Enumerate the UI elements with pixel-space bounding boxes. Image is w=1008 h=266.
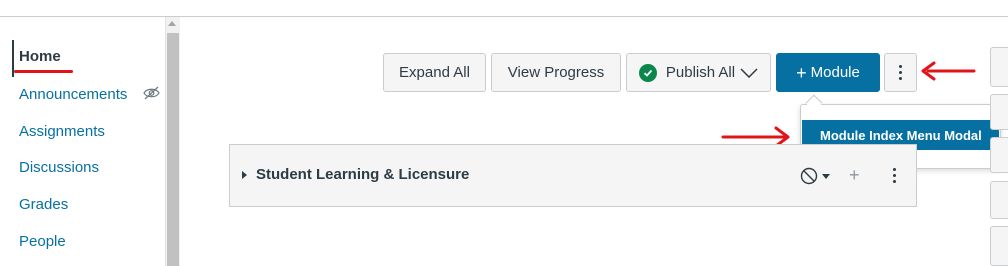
nav-item-announcements[interactable]: Announcements xyxy=(19,86,127,103)
scrollbar-thumb[interactable] xyxy=(167,33,179,266)
nav-item-people[interactable]: People xyxy=(19,233,66,250)
scroll-up-arrow[interactable] xyxy=(168,21,176,26)
module-index-menu-button[interactable] xyxy=(884,53,917,92)
edge-button-3[interactable] xyxy=(990,137,1008,173)
module-kebab-icon[interactable] xyxy=(893,168,896,183)
annotation-arrow-kebab xyxy=(921,61,976,81)
edge-button-5[interactable] xyxy=(990,226,1008,266)
add-item-icon[interactable]: + xyxy=(849,166,860,184)
publish-all-button[interactable]: Publish All xyxy=(626,53,771,92)
nav-item-discussions[interactable]: Discussions xyxy=(19,159,99,176)
edge-button-1[interactable] xyxy=(990,47,1008,87)
chevron-down-icon xyxy=(740,67,758,78)
plus-icon: + xyxy=(796,62,807,83)
expand-triangle-icon[interactable] xyxy=(242,171,247,179)
edge-button-2[interactable] xyxy=(990,94,1008,130)
add-module-label: Module xyxy=(810,64,860,81)
hidden-eye-icon xyxy=(143,86,160,100)
edge-button-4[interactable] xyxy=(990,181,1008,219)
nav-item-home[interactable]: Home xyxy=(19,48,61,65)
nav-item-grades[interactable]: Grades xyxy=(19,196,68,213)
module-title[interactable]: Student Learning & Licensure xyxy=(256,166,469,183)
add-module-button[interactable]: + Module xyxy=(776,53,880,92)
unpublished-icon[interactable] xyxy=(800,167,836,185)
annotation-underline xyxy=(14,70,73,73)
expand-all-button[interactable]: Expand All xyxy=(383,53,486,92)
published-check-icon xyxy=(638,63,657,82)
view-progress-label: View Progress xyxy=(507,64,605,81)
publish-all-label: Publish All xyxy=(665,64,736,81)
expand-all-label: Expand All xyxy=(399,64,470,81)
nav-item-assignments[interactable]: Assignments xyxy=(19,123,105,140)
view-progress-button[interactable]: View Progress xyxy=(491,53,621,92)
top-divider xyxy=(0,16,1008,17)
kebab-icon xyxy=(899,65,902,80)
